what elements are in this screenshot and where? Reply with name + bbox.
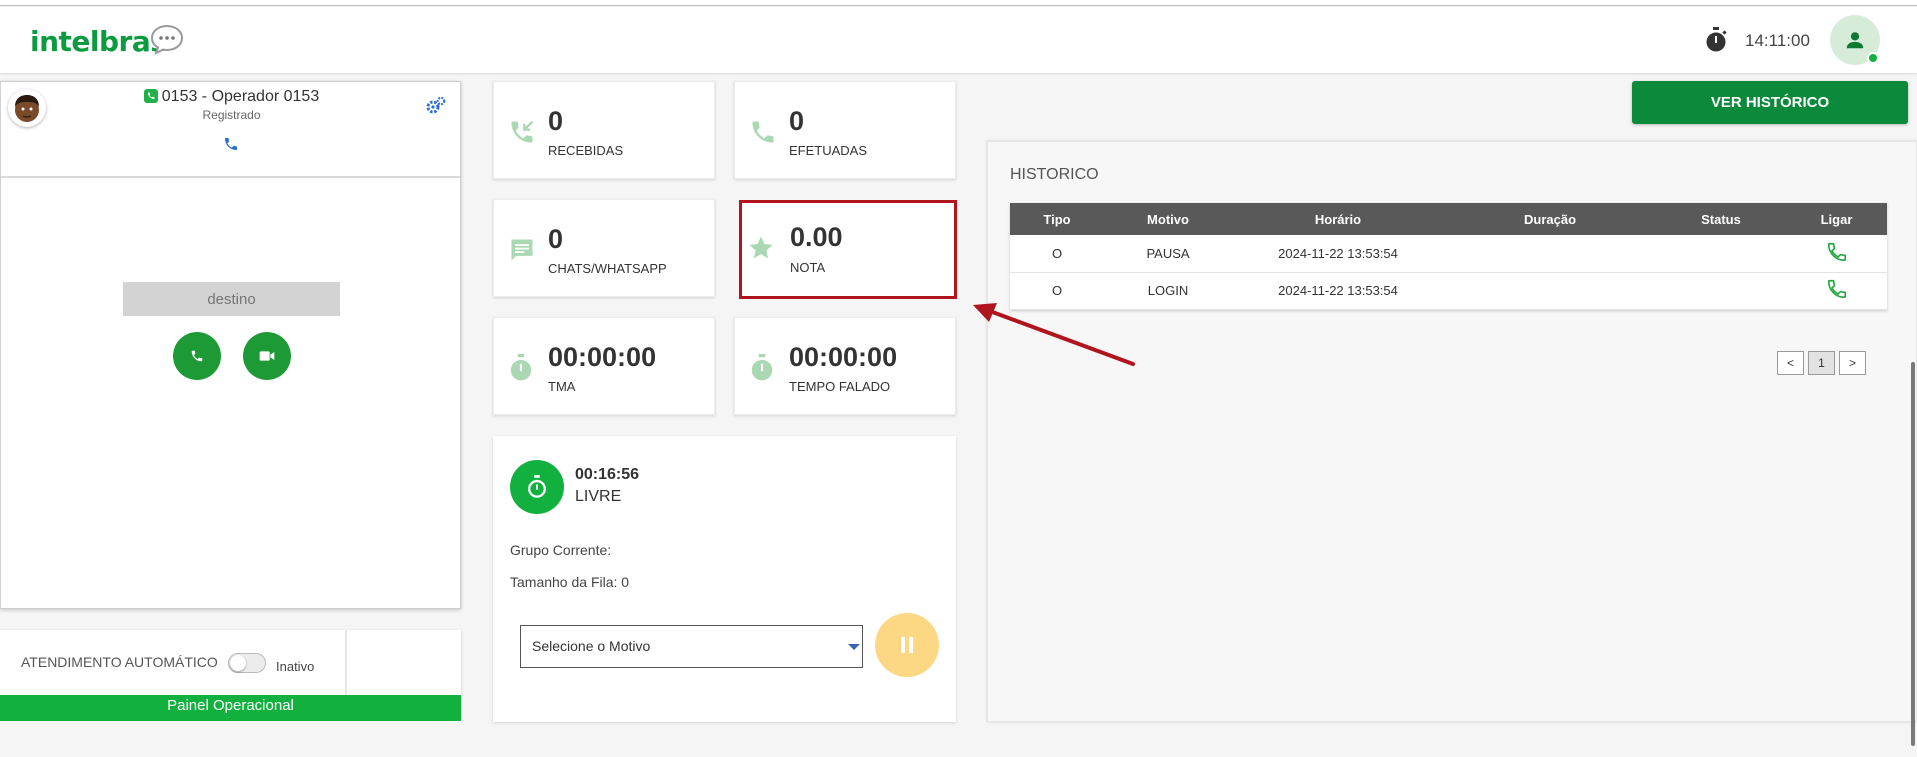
registration-status: Registrado (202, 108, 261, 122)
agent-status-panel: 00:16:56 LIVRE Grupo Corrente: Tamanho d… (493, 436, 956, 722)
history-panel: HISTORICO Tipo Motivo Horário Duração St… (987, 141, 1917, 722)
cell-duracao (1444, 235, 1656, 273)
phone-call-icon (191, 350, 203, 362)
destination-input[interactable] (123, 282, 340, 316)
panel-divider (345, 630, 347, 695)
tamanho-fila: Tamanho da Fila: 0 (510, 574, 630, 590)
chats-value: 0 (548, 224, 564, 254)
chevron-down-icon (848, 644, 860, 650)
tempo-falado-label: TEMPO FALADO (789, 379, 891, 394)
softphone-panel: 0153 - Operador 0153 Registrado (0, 81, 461, 609)
col-tipo: Tipo (1010, 203, 1104, 235)
stat-card-chats: 0 CHATS/WHATSAPP (493, 199, 715, 297)
cell-status (1656, 235, 1786, 273)
pause-button[interactable] (875, 613, 939, 677)
cell-horario: 2024-11-22 13:53:54 (1232, 235, 1444, 273)
cell-motivo: PAUSA (1104, 235, 1232, 273)
ver-historico-button[interactable]: VER HISTÓRICO (1632, 81, 1908, 124)
whatsapp-phone-icon (143, 89, 158, 103)
settings-gears-icon[interactable] (426, 96, 446, 114)
stopwatch-icon (1706, 27, 1727, 52)
recebidas-value: 0 (548, 106, 564, 136)
status-elapsed-time: 00:16:56 (575, 466, 640, 483)
cell-status (1656, 272, 1786, 310)
auto-answer-panel: ATENDIMENTO AUTOMÁTICO Inativo (0, 630, 461, 695)
tma-label: TMA (548, 379, 576, 394)
painel-operacional-bar: Painel Operacional (0, 695, 461, 721)
col-duracao: Duração (1444, 203, 1656, 235)
pager-prev-button[interactable]: < (1777, 351, 1804, 375)
cell-ligar (1786, 235, 1887, 273)
dial-call-button[interactable] (173, 332, 221, 380)
pager-next-button[interactable]: > (1839, 351, 1866, 375)
col-ligar: Ligar (1786, 203, 1887, 235)
stopwatch-icon (751, 354, 773, 381)
person-icon (1846, 32, 1864, 49)
clock-readout: 14:11:00 (1745, 31, 1810, 50)
col-horario: Horário (1232, 203, 1444, 235)
pause-reason-select[interactable]: Selecione o Motivo (520, 625, 863, 668)
grupo-corrente: Grupo Corrente: (510, 542, 612, 558)
stopwatch-icon (510, 354, 532, 381)
call-back-icon[interactable] (1826, 241, 1848, 263)
star-icon (749, 236, 773, 259)
video-call-button[interactable] (243, 332, 291, 380)
history-title: HISTORICO (1010, 166, 1099, 183)
cell-horario: 2024-11-22 13:53:54 (1232, 272, 1444, 310)
chat-bubble-icon[interactable] (150, 23, 184, 55)
table-row: O PAUSA 2024-11-22 13:53:54 (1010, 235, 1887, 273)
outgoing-call-icon (752, 121, 774, 143)
operator-title: 0153 - Operador 0153 (1, 88, 462, 106)
cell-ligar (1786, 272, 1887, 310)
cell-tipo: O (1010, 235, 1104, 273)
app-header: intelbras 14:11:00 (0, 7, 1917, 73)
chats-label: CHATS/WHATSAPP (548, 261, 667, 276)
pause-icon (901, 637, 913, 653)
chat-message-icon (511, 239, 533, 261)
tempo-falado-value: 00:00:00 (789, 342, 898, 372)
status-timer-badge (510, 460, 564, 514)
pause-reason-value: Selecione o Motivo (532, 638, 651, 654)
toggle-knob (230, 655, 246, 671)
video-camera-icon (259, 351, 275, 361)
stat-card-efetuadas: 0 EFETUADAS (734, 81, 956, 179)
stat-card-nota: 0.00 NOTA (739, 200, 957, 299)
auto-answer-toggle[interactable] (228, 653, 266, 673)
browser-top-edge (0, 0, 1917, 6)
online-status-dot (1867, 52, 1879, 64)
efetuadas-label: EFETUADAS (789, 143, 868, 158)
history-table: Tipo Motivo Horário Duração Status Ligar… (1010, 203, 1887, 310)
tma-value: 00:00:00 (548, 342, 657, 372)
cell-duracao (1444, 272, 1656, 310)
stat-card-recebidas: 0 RECEBIDAS (493, 81, 715, 179)
incoming-call-icon (511, 120, 534, 143)
auto-answer-state: Inativo (276, 659, 315, 674)
page-scrollbar[interactable] (1911, 362, 1915, 746)
col-motivo: Motivo (1104, 203, 1232, 235)
annotation-arrow (973, 303, 1135, 366)
status-state: LIVRE (575, 488, 622, 505)
softphone-header: 0153 - Operador 0153 Registrado (1, 82, 460, 178)
nota-value: 0.00 (790, 222, 843, 252)
operator-name: 0153 - Operador 0153 (161, 88, 320, 105)
stopwatch-icon (528, 475, 546, 498)
intelbras-logo: intelbras (30, 25, 167, 58)
recebidas-label: RECEBIDAS (548, 143, 624, 158)
col-status: Status (1656, 203, 1786, 235)
pager-page-button[interactable]: 1 (1808, 351, 1835, 375)
auto-answer-label: ATENDIMENTO AUTOMÁTICO (21, 654, 218, 670)
stat-card-tempo-falado: 00:00:00 TEMPO FALADO (734, 317, 956, 415)
nota-label: NOTA (790, 260, 826, 275)
history-header-row: Tipo Motivo Horário Duração Status Ligar (1010, 203, 1887, 235)
call-back-icon[interactable] (1826, 278, 1848, 300)
user-profile-button[interactable] (1830, 15, 1880, 65)
phone-icon[interactable] (223, 136, 239, 152)
stat-card-tma: 00:00:00 TMA (493, 317, 715, 415)
efetuadas-value: 0 (789, 106, 805, 136)
